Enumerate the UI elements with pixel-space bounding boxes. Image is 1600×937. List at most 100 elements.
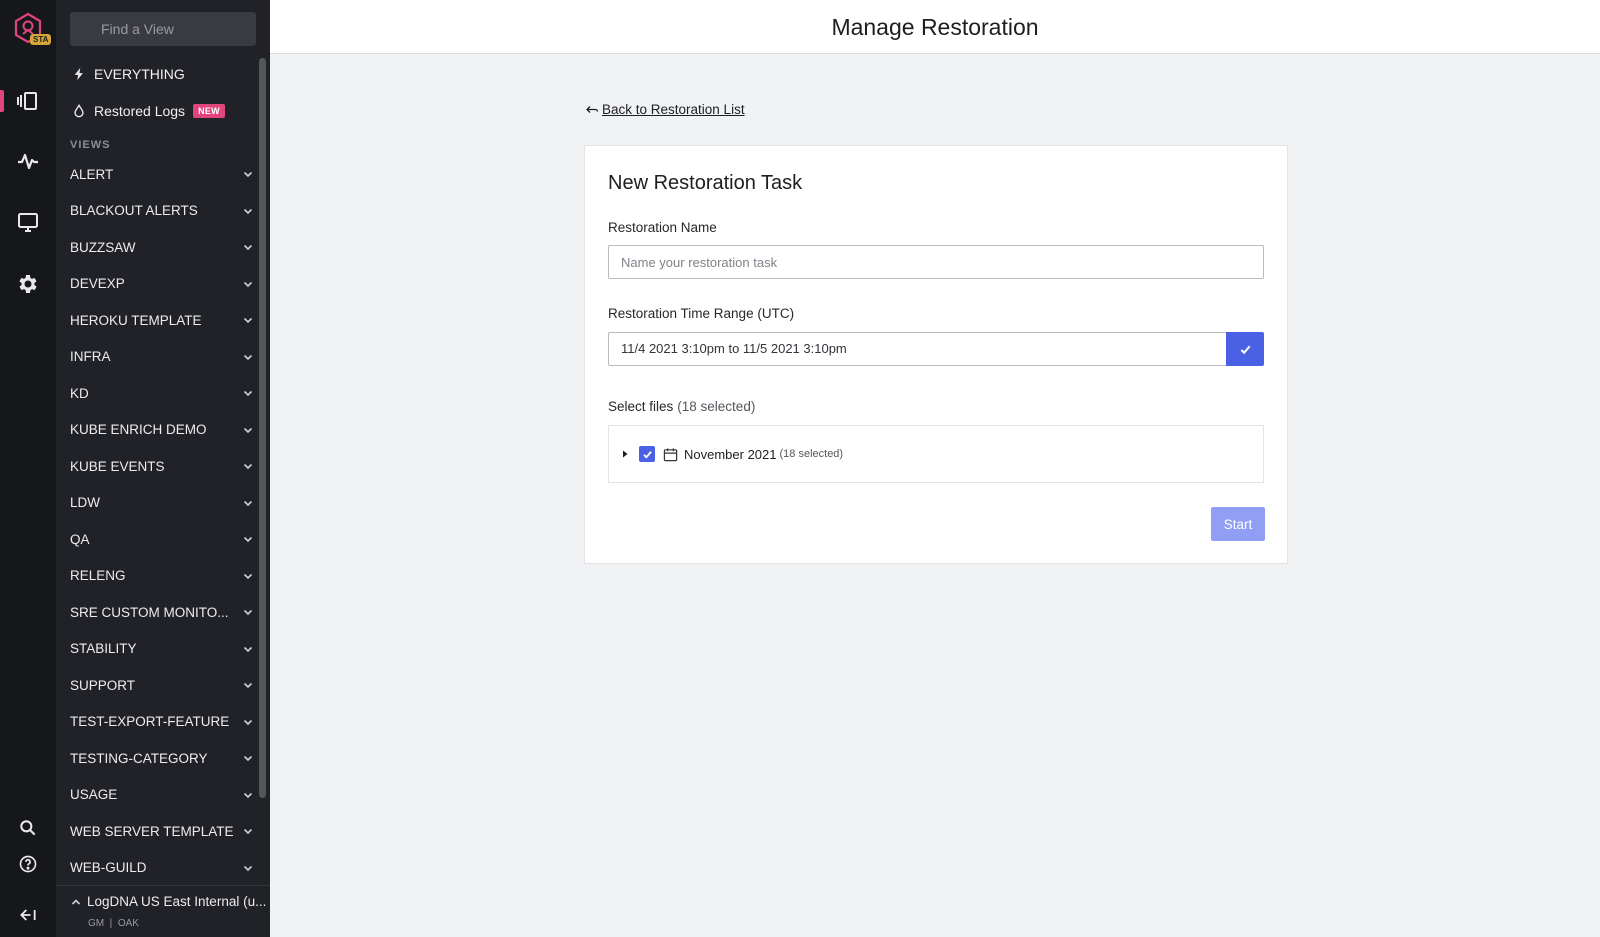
chevron-down-icon xyxy=(243,317,253,324)
view-label: LDW xyxy=(70,495,100,510)
sidebar-item-label: EVERYTHING xyxy=(94,66,185,82)
sidebar-view-item[interactable]: LDW xyxy=(70,491,256,515)
view-label: DEVEXP xyxy=(70,276,125,291)
icon-rail: STA xyxy=(0,0,56,937)
view-label: USAGE xyxy=(70,787,118,802)
gear-icon[interactable] xyxy=(16,272,40,296)
time-range-label: Restoration Time Range (UTC) xyxy=(608,306,795,321)
sidebar-item-restored-logs[interactable]: Restored Logs NEW xyxy=(70,99,256,123)
view-label: HEROKU TEMPLATE xyxy=(70,312,202,328)
chevron-down-icon xyxy=(243,646,253,652)
view-label: KD xyxy=(70,385,89,401)
sidebar-view-item[interactable]: KUBE ENRICH DEMO xyxy=(70,418,256,442)
view-label: STABILITY xyxy=(70,641,137,656)
view-label: KUBE EVENTS xyxy=(70,458,165,474)
view-label: BUZZSAW xyxy=(70,239,136,255)
sidebar-view-item[interactable]: ALERT xyxy=(70,162,256,186)
sidebar-view-item[interactable]: SRE CUSTOM MONITO... xyxy=(70,600,256,624)
sidebar-item-everything[interactable]: EVERYTHING xyxy=(70,62,256,86)
sidebar-view-item[interactable]: RELENG xyxy=(70,564,256,588)
find-view-input[interactable]: Find a View xyxy=(70,12,256,46)
scrollbar-thumb[interactable] xyxy=(259,58,266,798)
sidebar-view-item[interactable]: SUPPORT xyxy=(70,673,256,697)
chevron-down-icon xyxy=(243,792,253,798)
tree-row[interactable]: November 2021 (18 selected) xyxy=(619,446,843,462)
calendar-icon xyxy=(663,447,678,461)
sidebar-view-item[interactable]: USAGE xyxy=(70,783,256,807)
bolt-icon xyxy=(70,65,88,83)
chevron-down-icon xyxy=(243,281,253,287)
card-title: New Restoration Task xyxy=(608,172,803,194)
view-label: SRE CUSTOM MONITO... xyxy=(70,604,229,620)
chevron-down-icon xyxy=(243,573,253,579)
account-footer[interactable]: LogDNA US East Internal (u... GM | OAK xyxy=(56,885,270,937)
account-name: LogDNA US East Internal (u... xyxy=(87,894,267,909)
folder-count: (18 selected) xyxy=(779,448,844,460)
start-button[interactable]: Start xyxy=(1211,507,1265,541)
chevron-down-icon xyxy=(243,865,253,871)
chevron-down-icon xyxy=(243,171,253,178)
chevron-down-icon xyxy=(243,536,253,543)
confirm-range-button[interactable] xyxy=(1226,332,1264,366)
env-badge: STA xyxy=(30,34,52,45)
chevron-right-icon[interactable] xyxy=(619,448,631,460)
file-tree: November 2021 (18 selected) xyxy=(608,425,1264,483)
sidebar-view-item[interactable]: TESTING-CATEGORY xyxy=(70,746,256,770)
sidebar-view-item[interactable]: DEVEXP xyxy=(70,272,256,296)
view-label: WEB SERVER TEMPLATE xyxy=(70,823,234,839)
files-count: (18 selected) xyxy=(677,399,756,414)
chevron-down-icon xyxy=(243,427,253,433)
view-label: WEB-GUILD xyxy=(70,860,147,875)
sidebar-view-item[interactable]: BUZZSAW xyxy=(70,235,256,259)
help-icon[interactable] xyxy=(18,854,38,874)
sidebar-view-item[interactable]: STABILITY xyxy=(70,637,256,661)
chevron-down-icon xyxy=(243,208,253,214)
drop-icon xyxy=(70,102,88,120)
sidebar-view-item[interactable]: TEST-EXPORT-FEATURE xyxy=(70,710,256,734)
sidebar-item-label: Restored Logs xyxy=(94,103,186,119)
file-checkbox[interactable] xyxy=(639,446,655,462)
search-icon[interactable] xyxy=(18,818,38,838)
sidebar-view-item[interactable]: BLACKOUT ALERTS xyxy=(70,199,256,223)
page-header: Manage Restoration xyxy=(270,0,1600,54)
chevron-up-icon xyxy=(71,898,81,905)
views-header: VIEWS xyxy=(70,139,111,151)
sidebar-view-item[interactable]: KUBE EVENTS xyxy=(70,454,256,478)
view-label: ALERT xyxy=(70,166,114,182)
view-label: TEST-EXPORT-FEATURE xyxy=(70,714,230,729)
chevron-down-icon xyxy=(243,609,253,616)
chevron-down-icon xyxy=(243,500,253,506)
sidebar-view-item[interactable]: QA xyxy=(70,527,256,551)
page-title: Manage Restoration xyxy=(831,14,1039,40)
restoration-name-input[interactable] xyxy=(608,245,1264,279)
restoration-card: New Restoration Task Restoration Name Re… xyxy=(584,145,1288,564)
time-range-input[interactable]: 11/4 2021 3:10pm to 11/5 2021 3:10pm xyxy=(608,332,1226,366)
chevron-down-icon xyxy=(243,755,253,762)
chevron-down-icon xyxy=(243,463,253,470)
account-sub: GM | OAK xyxy=(88,918,139,929)
select-files-label: Select files (18 selected) xyxy=(608,399,756,414)
sidebar-view-item[interactable]: WEB-GUILD xyxy=(70,856,256,880)
activity-icon[interactable] xyxy=(16,149,40,173)
folder-label: November 2021 xyxy=(684,446,777,462)
chevron-down-icon xyxy=(243,390,253,397)
back-to-list-link[interactable]: Back to Restoration List xyxy=(585,102,745,117)
back-link-label: Back to Restoration List xyxy=(602,102,745,117)
monitor-icon[interactable] xyxy=(16,210,40,234)
view-label: TESTING-CATEGORY xyxy=(70,750,208,766)
sidebar-view-item[interactable]: HEROKU TEMPLATE xyxy=(70,308,256,332)
view-label: KUBE ENRICH DEMO xyxy=(70,422,207,437)
views-sidebar: Find a View EVERYTHING Restored Logs NEW… xyxy=(56,0,270,937)
view-label: SUPPORT xyxy=(70,677,136,693)
sidebar-view-item[interactable]: KD xyxy=(70,381,256,405)
views-icon[interactable] xyxy=(16,89,40,113)
chevron-down-icon xyxy=(243,244,253,251)
sidebar-view-item[interactable]: INFRA xyxy=(70,345,256,369)
sidebar-view-item[interactable]: WEB SERVER TEMPLATE xyxy=(70,819,256,843)
view-label: QA xyxy=(70,531,90,547)
check-icon xyxy=(1240,345,1250,354)
view-label: BLACKOUT ALERTS xyxy=(70,203,198,218)
chevron-down-icon xyxy=(243,682,253,689)
chevron-down-icon xyxy=(243,354,253,360)
collapse-icon[interactable] xyxy=(18,905,38,925)
